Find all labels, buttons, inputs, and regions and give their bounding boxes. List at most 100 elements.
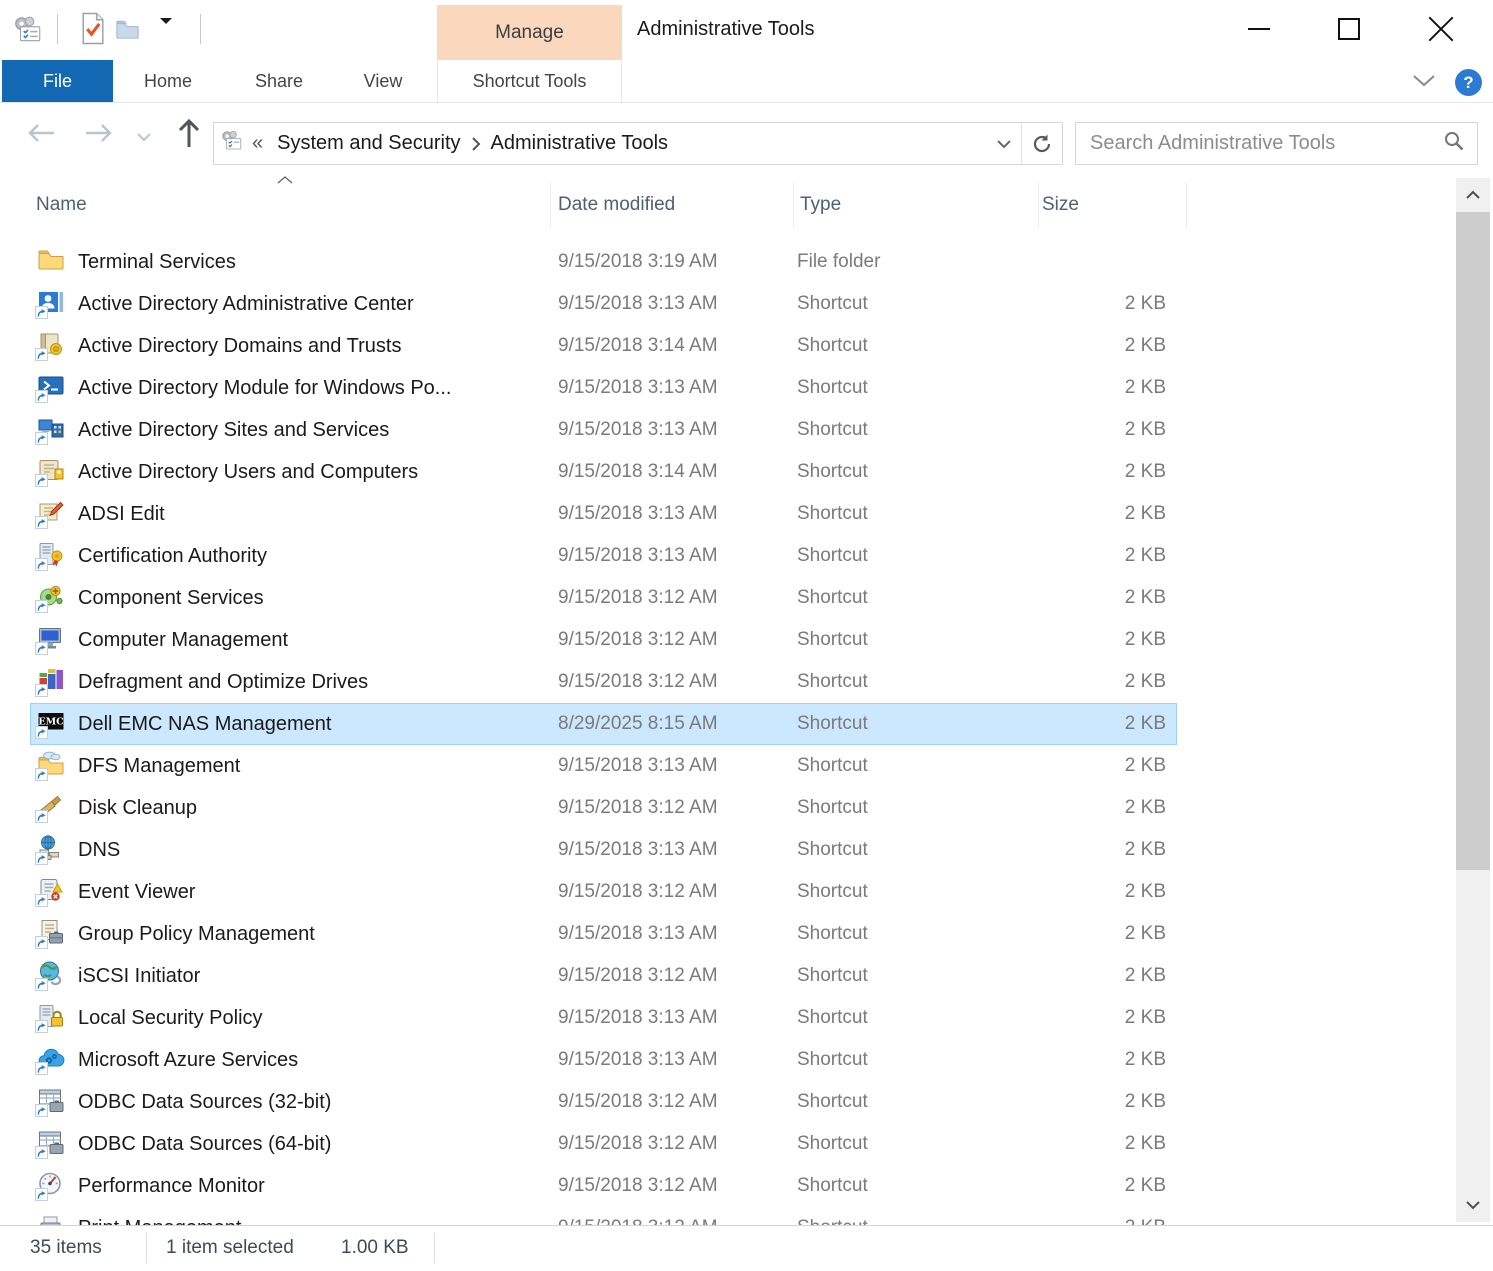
file-row[interactable]: EMCDell EMC NAS Management8/29/2025 8:15…	[30, 703, 1177, 745]
file-name: Disk Cleanup	[78, 797, 558, 820]
file-type: Shortcut	[797, 419, 1038, 441]
selection-count: 1 item selected	[166, 1237, 294, 1259]
file-row[interactable]: Component Services9/15/2018 3:12 AMShort…	[30, 577, 1177, 619]
shortcut-arrow-icon	[35, 1104, 48, 1117]
file-row[interactable]: DFS Management9/15/2018 3:13 AMShortcut2…	[30, 745, 1177, 787]
file-row[interactable]: ADSI Edit9/15/2018 3:13 AMShortcut2 KB	[30, 493, 1177, 535]
certification-authority-icon	[30, 539, 78, 574]
defrag-icon	[30, 665, 78, 700]
tab-view[interactable]: View	[344, 60, 422, 102]
odbc-icon	[30, 1127, 78, 1162]
close-icon[interactable]	[1418, 0, 1464, 58]
file-row[interactable]: Active Directory Module for Windows Po..…	[30, 367, 1177, 409]
up-arrow-icon[interactable]	[176, 117, 202, 154]
file-date-modified: 9/15/2018 3:13 AM	[558, 377, 797, 399]
file-size: 2 KB	[1038, 335, 1168, 357]
vertical-scrollbar[interactable]	[1456, 178, 1490, 1222]
file-row[interactable]: Group Policy Management9/15/2018 3:13 AM…	[30, 913, 1177, 955]
file-size: 2 KB	[1038, 545, 1168, 567]
file-date-modified: 9/15/2018 3:12 AM	[558, 629, 797, 651]
file-type: Shortcut	[797, 797, 1038, 819]
new-folder-icon[interactable]	[113, 15, 142, 49]
file-date-modified: 9/15/2018 3:12 AM	[558, 797, 797, 819]
file-row[interactable]: Defragment and Optimize Drives9/15/2018 …	[30, 661, 1177, 703]
file-name: Computer Management	[78, 629, 558, 652]
file-type: Shortcut	[797, 1133, 1038, 1155]
file-name: DFS Management	[78, 755, 558, 778]
file-name: Active Directory Sites and Services	[78, 419, 558, 442]
customize-qat-dropdown-icon[interactable]	[160, 24, 176, 36]
scrollbar-thumb[interactable]	[1456, 212, 1490, 870]
file-row[interactable]: Active Directory Domains and Trusts9/15/…	[30, 325, 1177, 367]
address-dropdown-chevron-icon[interactable]	[987, 123, 1021, 164]
forward-arrow-icon[interactable]	[84, 121, 114, 150]
refresh-icon[interactable]	[1022, 123, 1062, 164]
shortcut-arrow-icon	[35, 684, 48, 697]
column-header-name[interactable]: Name	[36, 194, 87, 216]
help-icon[interactable]: ?	[1455, 69, 1482, 96]
breadcrumb-collapsed-prefix[interactable]: «	[252, 132, 263, 155]
back-arrow-icon[interactable]	[26, 121, 56, 150]
file-size: 2 KB	[1038, 1007, 1168, 1029]
search-icon[interactable]	[1443, 130, 1465, 157]
file-row[interactable]: Active Directory Sites and Services9/15/…	[30, 409, 1177, 451]
file-row[interactable]: Performance Monitor9/15/2018 3:12 AMShor…	[30, 1165, 1177, 1207]
scroll-up-icon[interactable]	[1456, 178, 1490, 212]
breadcrumb-administrative-tools[interactable]: Administrative Tools	[491, 132, 668, 155]
breadcrumb-system-and-security[interactable]: System and Security	[277, 132, 460, 155]
file-name: Component Services	[78, 587, 558, 610]
column-header-size[interactable]: Size	[1042, 194, 1079, 216]
shortcut-arrow-icon	[35, 516, 48, 529]
file-row[interactable]: Event Viewer9/15/2018 3:12 AMShortcut2 K…	[30, 871, 1177, 913]
file-row[interactable]: Microsoft Azure Services9/15/2018 3:13 A…	[30, 1039, 1177, 1081]
tab-shortcut-tools[interactable]: Shortcut Tools	[437, 60, 622, 102]
file-type: Shortcut	[797, 629, 1038, 651]
search-input[interactable]	[1076, 132, 1431, 155]
search-box[interactable]	[1075, 122, 1478, 165]
dfs-icon	[30, 749, 78, 784]
file-row[interactable]: DNS9/15/2018 3:13 AMShortcut2 KB	[30, 829, 1177, 871]
maximize-icon[interactable]	[1326, 0, 1372, 58]
tab-share[interactable]: Share	[234, 60, 324, 102]
file-name: ADSI Edit	[78, 503, 558, 526]
file-size: 2 KB	[1038, 965, 1168, 987]
file-name: Defragment and Optimize Drives	[78, 671, 558, 694]
file-date-modified: 9/15/2018 3:13 AM	[558, 503, 797, 525]
ad-sites-services-icon	[30, 413, 78, 448]
file-row[interactable]: Print Management9/15/2018 3:12 AMShortcu…	[30, 1207, 1177, 1225]
file-row[interactable]: Computer Management9/15/2018 3:12 AMShor…	[30, 619, 1177, 661]
file-row[interactable]: Active Directory Users and Computers9/15…	[30, 451, 1177, 493]
file-row[interactable]: ODBC Data Sources (64-bit)9/15/2018 3:12…	[30, 1123, 1177, 1165]
scroll-down-icon[interactable]	[1456, 1188, 1490, 1222]
chevron-down-icon[interactable]	[1410, 73, 1438, 94]
selection-size: 1.00 KB	[341, 1237, 409, 1259]
file-date-modified: 9/15/2018 3:12 AM	[558, 965, 797, 987]
contextual-group-manage: Manage	[437, 5, 622, 60]
minimize-icon[interactable]	[1236, 0, 1282, 58]
file-row[interactable]: Certification Authority9/15/2018 3:13 AM…	[30, 535, 1177, 577]
file-date-modified: 8/29/2025 8:15 AM	[558, 713, 797, 735]
column-header-row: Name Date modified Type Size	[0, 178, 1456, 241]
file-row[interactable]: ODBC Data Sources (32-bit)9/15/2018 3:12…	[30, 1081, 1177, 1123]
recent-locations-chevron-icon[interactable]	[136, 129, 152, 147]
column-header-date-modified[interactable]: Date modified	[558, 194, 675, 216]
file-row[interactable]: Terminal Services9/15/2018 3:19 AMFile f…	[30, 241, 1177, 283]
shortcut-arrow-icon	[35, 1146, 48, 1159]
properties-icon[interactable]	[77, 10, 108, 51]
column-header-type[interactable]: Type	[800, 194, 841, 216]
file-date-modified: 9/15/2018 3:14 AM	[558, 335, 797, 357]
breadcrumb-chevron-icon[interactable]	[471, 136, 481, 152]
tab-home[interactable]: Home	[125, 60, 211, 102]
address-bar[interactable]: « System and Security Administrative Too…	[213, 122, 1063, 165]
file-size: 2 KB	[1038, 587, 1168, 609]
file-row[interactable]: Active Directory Administrative Center9/…	[30, 283, 1177, 325]
file-type: Shortcut	[797, 965, 1038, 987]
file-row[interactable]: Disk Cleanup9/15/2018 3:12 AMShortcut2 K…	[30, 787, 1177, 829]
file-row[interactable]: iSCSI Initiator9/15/2018 3:12 AMShortcut…	[30, 955, 1177, 997]
file-name: iSCSI Initiator	[78, 965, 558, 988]
admin-tools-app-icon[interactable]	[12, 14, 44, 51]
file-type: Shortcut	[797, 755, 1038, 777]
file-row[interactable]: Local Security Policy9/15/2018 3:13 AMSh…	[30, 997, 1177, 1039]
tab-file[interactable]: File	[2, 60, 113, 102]
file-name: Local Security Policy	[78, 1007, 558, 1030]
